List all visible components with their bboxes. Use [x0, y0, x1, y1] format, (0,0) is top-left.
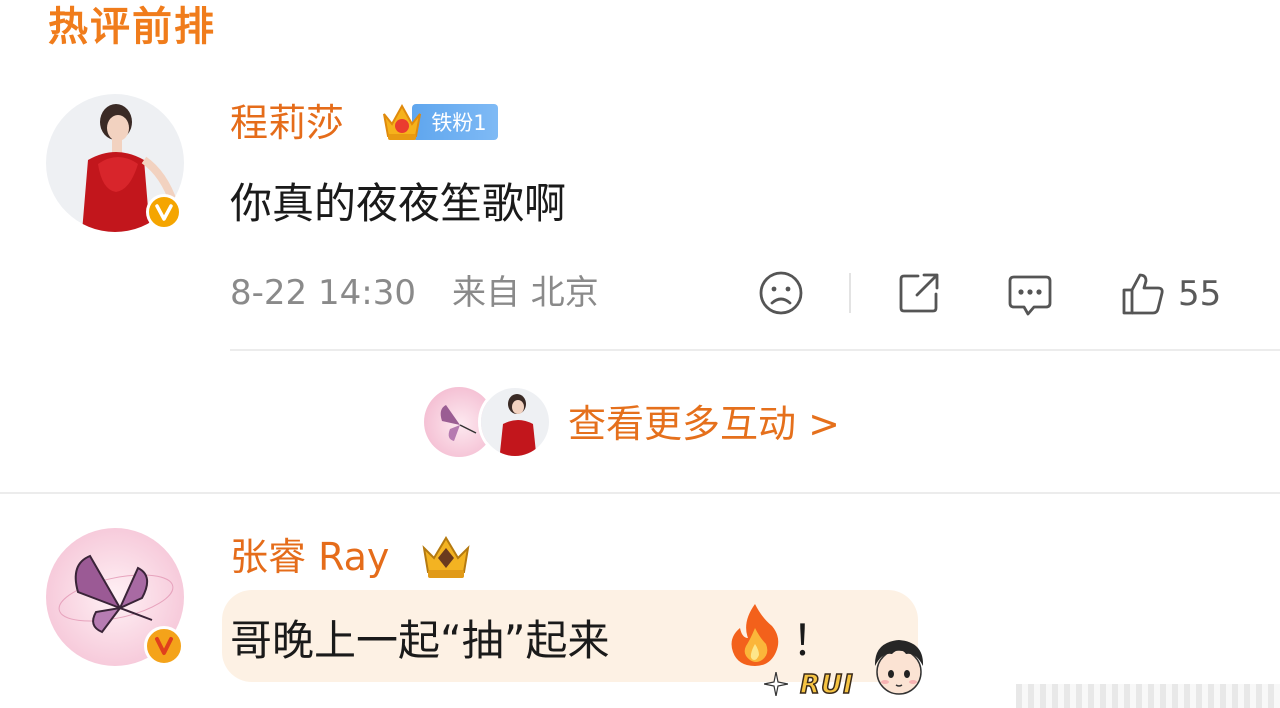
comment-text: 哥晚上一起“抽”起来	[230, 620, 610, 662]
fan-badge: 铁粉1	[378, 98, 500, 140]
username[interactable]: 程莉莎	[230, 104, 344, 142]
crown-icon	[422, 536, 470, 578]
sticker-label: RUI	[799, 669, 854, 701]
action-divider	[849, 273, 851, 313]
reply-divider	[230, 349, 1280, 351]
comment-text-main: 哥晚上一起“抽”起来	[230, 616, 610, 665]
view-more-interactions-link[interactable]: 查看更多互动 >	[568, 405, 840, 443]
like-count: 55	[1178, 274, 1222, 314]
comment-location: 来自 北京	[452, 273, 599, 313]
sparkle-icon	[764, 672, 788, 696]
section-title: 热评前排	[48, 4, 216, 50]
crown-icon	[383, 103, 421, 140]
avatar	[478, 385, 552, 459]
section-divider	[0, 492, 1280, 494]
dislike-button[interactable]	[758, 270, 804, 316]
comment-time: 8-22 14:30	[230, 273, 416, 313]
username[interactable]: 张睿 Ray	[230, 538, 389, 576]
comment-sticker: RUI	[764, 632, 934, 702]
watermark	[1016, 684, 1280, 708]
avatar[interactable]	[46, 94, 184, 232]
avatar[interactable]	[46, 528, 184, 666]
share-icon	[899, 273, 939, 313]
interaction-avatars	[422, 385, 552, 459]
comment-icon	[1008, 275, 1052, 316]
verified-v-icon	[146, 194, 182, 230]
sad-face-icon	[759, 271, 803, 315]
like-button[interactable]: 55	[1118, 270, 1221, 318]
comment-button[interactable]	[1006, 271, 1054, 319]
share-button[interactable]	[896, 270, 942, 316]
cartoon-avatar-icon	[874, 640, 924, 695]
verified-v-icon	[144, 626, 184, 666]
thumbs-up-icon	[1122, 273, 1164, 315]
comment-text: 你真的夜夜笙歌啊	[230, 179, 567, 228]
